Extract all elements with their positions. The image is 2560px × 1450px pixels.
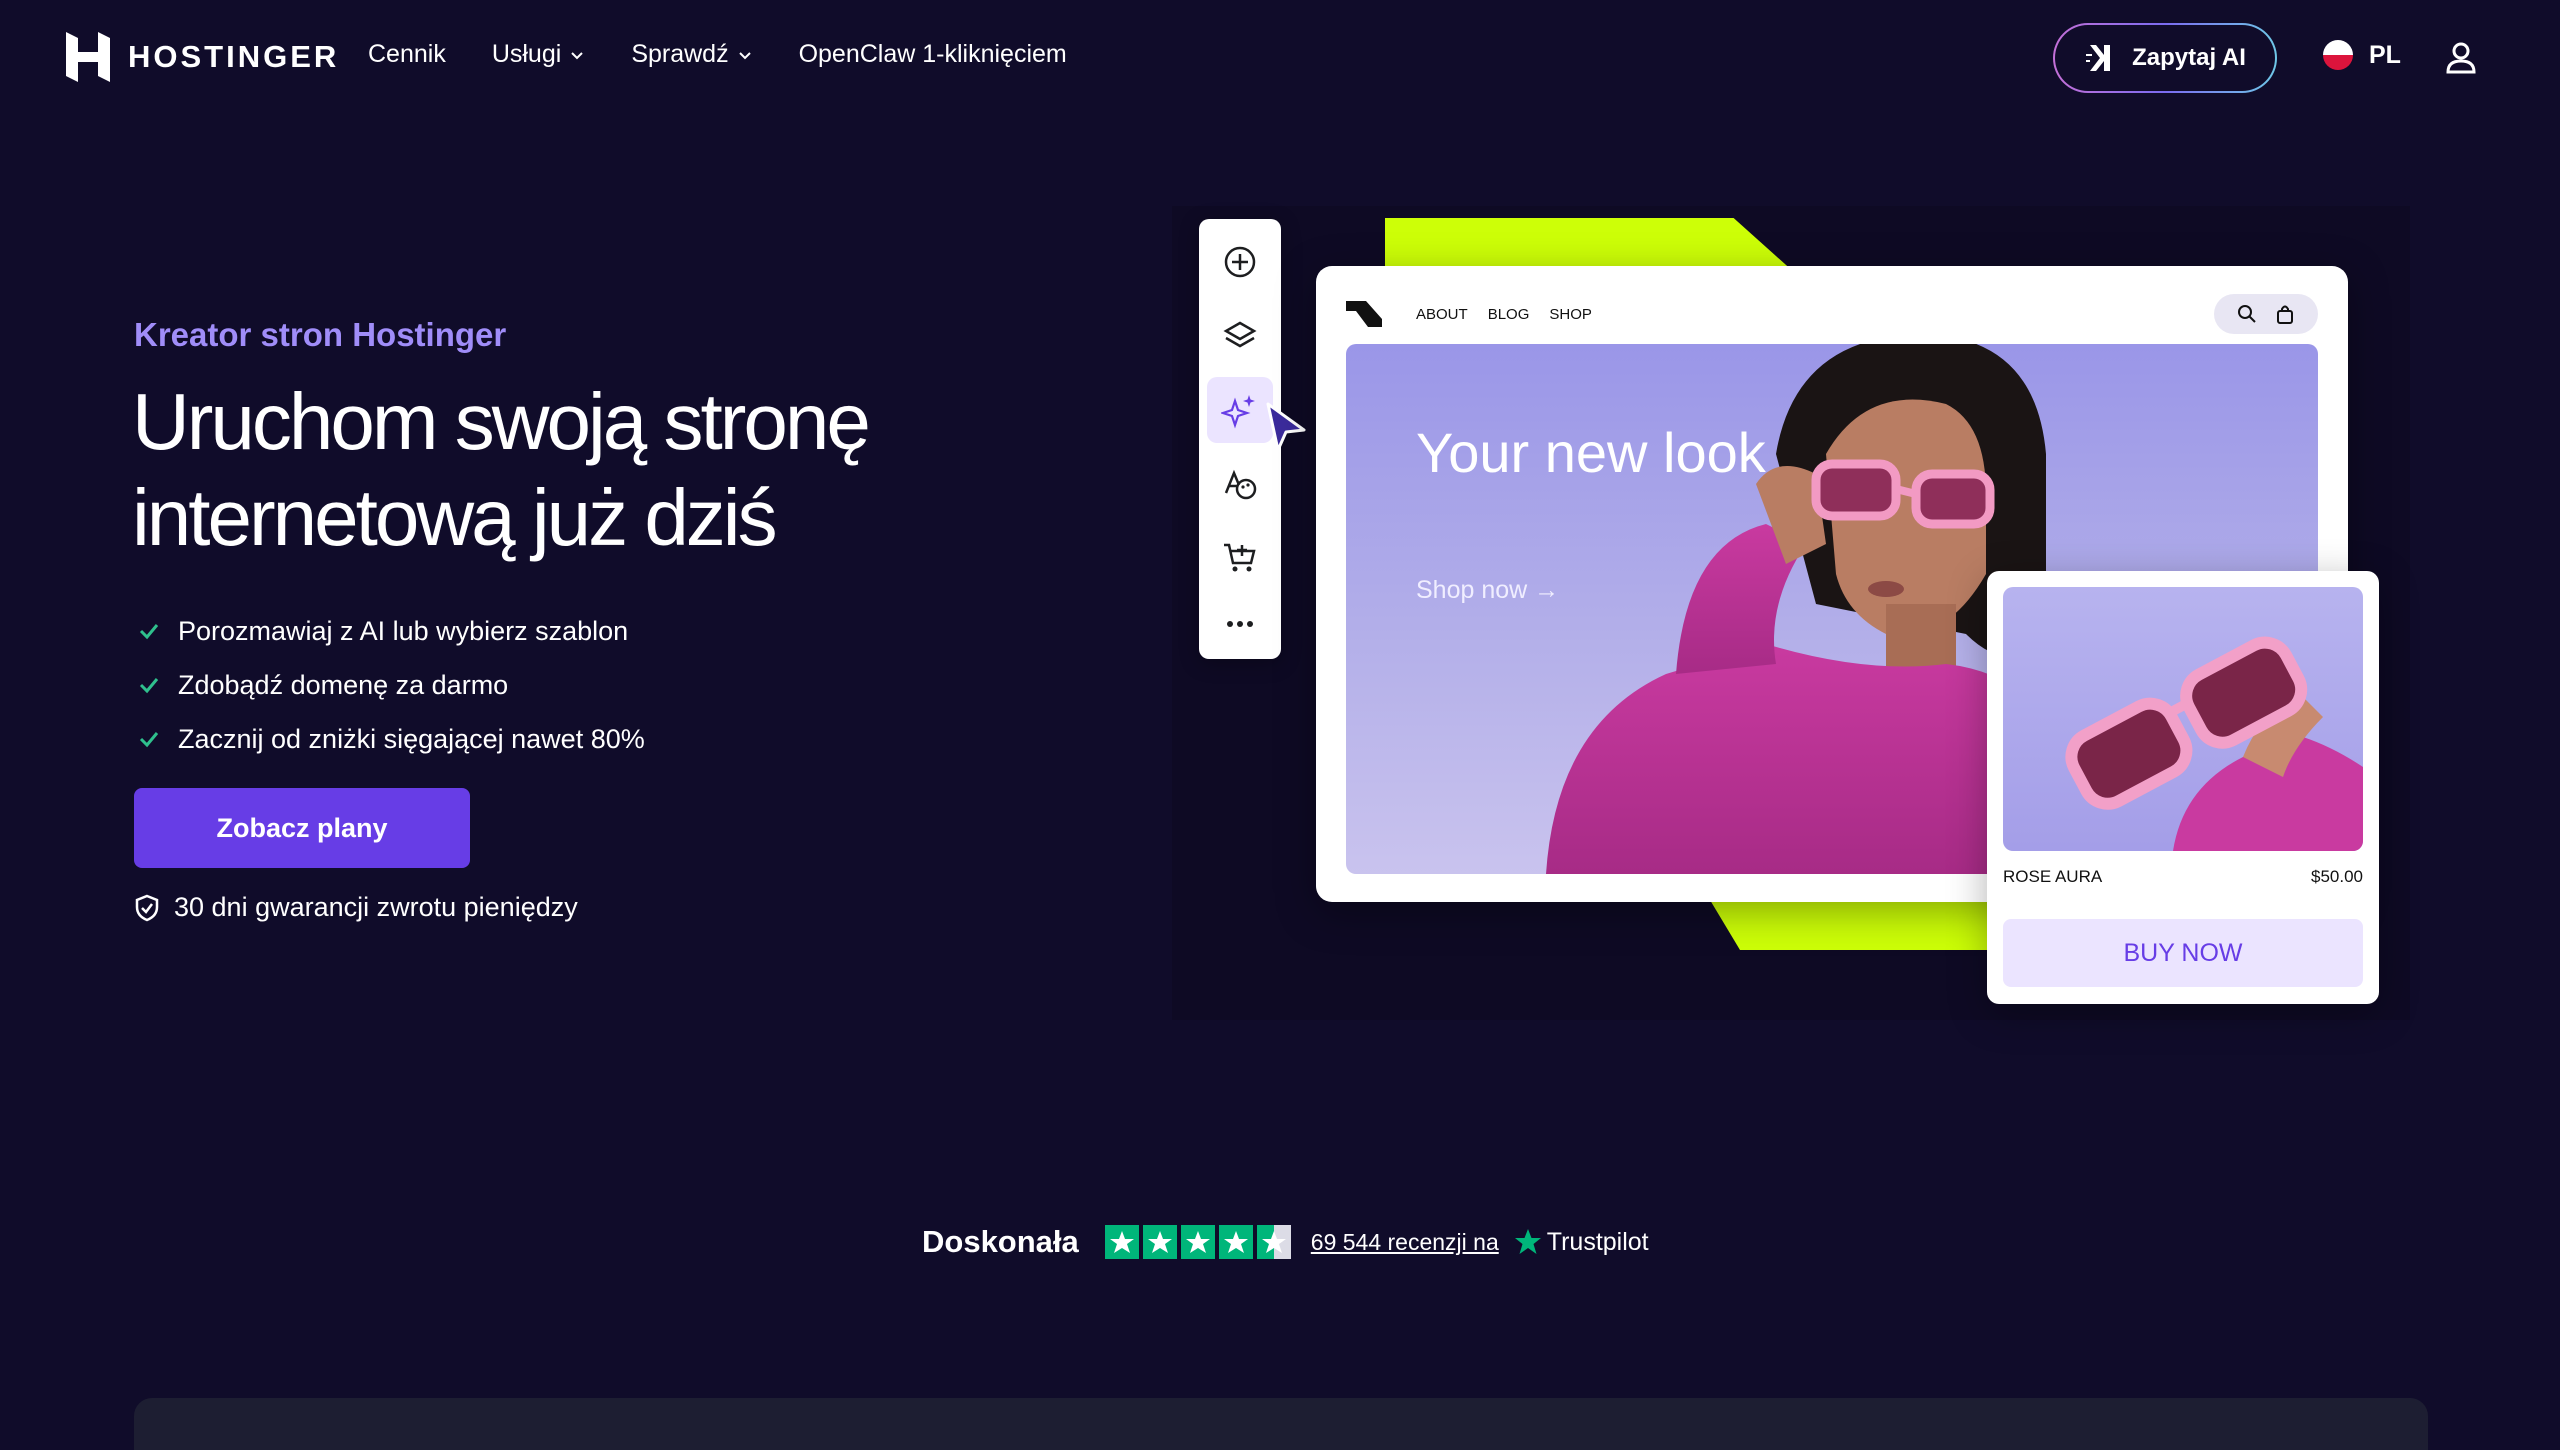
product-name: ROSE AURA [2003,867,2103,886]
hero-headline: Uruchom swoją stronę internetową już dzi… [132,377,871,562]
product-price: $50.00 [2311,867,2363,886]
nav-item-label: Cennik [368,40,446,68]
guarantee-text: 30 dni gwarancji zwrotu pieniędzy [174,892,578,922]
main-menu: Cennik Usługi Sprawdź OpenClaw 1-kliknię… [368,40,1113,69]
chevron-down-icon [738,51,751,59]
layers-tool[interactable] [1207,303,1273,369]
ecommerce-tool[interactable] [1207,525,1273,591]
hostinger-logo-icon [66,32,110,82]
see-plans-button[interactable]: Zobacz plany [134,788,470,868]
preview-hero-title: Your new look [1416,421,1766,484]
money-back-guarantee: 30 dni gwarancji zwrotu pieniędzy [134,892,578,923]
hostinger-logo[interactable]: HOSTINGER [66,32,339,82]
check-icon [139,678,159,694]
feature-text: Zdobądź domenę za darmo [178,669,509,700]
rating-label: Doskonała [922,1224,1079,1259]
trustpilot-label: Trustpilot [1546,1227,1649,1256]
star-icon [1218,1225,1253,1259]
trustpilot-rating: Doskonała 69 544 recenzji na Trustpilot [922,1222,1649,1262]
rating-stars [1104,1225,1291,1259]
sunglasses-illustration [2065,636,2363,851]
feature-list: Porozmawiaj z AI lub wybierz szablon Zdo… [138,604,645,766]
half-star-icon [1256,1225,1291,1259]
nav-item-check[interactable]: Sprawdź [631,40,752,69]
feature-item: Zdobądź domenę za darmo [138,658,645,712]
feature-item: Porozmawiaj z AI lub wybierz szablon [138,604,645,658]
design-palette-icon [1224,469,1257,500]
add-element-tool[interactable] [1207,229,1273,295]
nav-item-openclaw[interactable]: OpenClaw 1-kliknięciem [799,40,1067,69]
hero-eyebrow: Kreator stron Hostinger [134,316,507,353]
preview-actions [2214,294,2318,334]
nav-item-services[interactable]: Usługi [492,40,585,69]
preview-logo-icon [1346,301,1382,327]
feature-text: Porozmawiaj z AI lub wybierz szablon [178,615,629,646]
shield-check-icon [135,894,159,921]
ask-ai-button[interactable]: Zapytaj AI [2053,23,2277,93]
chevron-down-icon [571,51,584,59]
star-icon [1180,1225,1215,1259]
buy-now-button[interactable]: BUY NOW [2003,919,2363,987]
star-icon [1104,1225,1139,1259]
preview-shop-now-link[interactable]: Shop now → [1416,576,1559,605]
preview-navbar: ABOUT BLOG SHOP [1346,294,2318,334]
language-code: PL [2369,40,2401,69]
preview-nav-shop[interactable]: SHOP [1549,306,1592,323]
reviews-link[interactable]: 69 544 recenzji na [1311,1229,1499,1256]
language-selector[interactable]: PL [2323,40,2401,70]
poland-flag-icon [2323,40,2353,70]
product-image [2003,587,2363,851]
user-account-icon[interactable] [2444,40,2478,74]
more-tools[interactable] [1207,591,1273,657]
preview-nav-about[interactable]: ABOUT [1416,306,1468,323]
feature-item: Zacznij od zniżki sięgającej nawet 80% [138,712,645,766]
next-section-panel [134,1398,2428,1450]
nav-item-label: Sprawdź [631,40,729,68]
add-icon [1224,246,1256,278]
nav-item-pricing[interactable]: Cennik [368,40,446,69]
feature-text: Zacznij od zniżki sięgającej nawet 80% [178,723,645,754]
check-icon [139,624,159,640]
product-card: ROSE AURA $50.00 BUY NOW [1987,571,2379,1004]
more-icon [1227,621,1253,627]
logo-text: HOSTINGER [128,39,340,74]
trustpilot-logo[interactable]: Trustpilot [1513,1227,1649,1257]
design-tool[interactable] [1207,451,1273,517]
mouse-cursor-icon [1266,402,1306,452]
ask-ai-label: Zapytaj AI [2132,44,2246,71]
star-icon [1142,1225,1177,1259]
nav-item-label: OpenClaw 1-kliknięciem [798,40,1067,68]
trustpilot-star-icon [1514,1229,1541,1254]
ai-sparkle-icon [1221,395,1255,429]
shopping-bag-icon[interactable] [2275,304,2295,324]
ecommerce-cart-icon [1224,543,1256,572]
layers-icon [1223,321,1257,348]
nav-item-label: Usługi [491,40,562,68]
top-navigation: HOSTINGER Cennik Usługi Sprawdź OpenClaw… [0,0,2560,116]
preview-nav-blog[interactable]: BLOG [1488,306,1530,323]
search-icon[interactable] [2237,304,2257,324]
ai-spark-icon [2086,45,2111,71]
lime-accent-shape [1710,900,2010,950]
check-icon [139,732,159,748]
